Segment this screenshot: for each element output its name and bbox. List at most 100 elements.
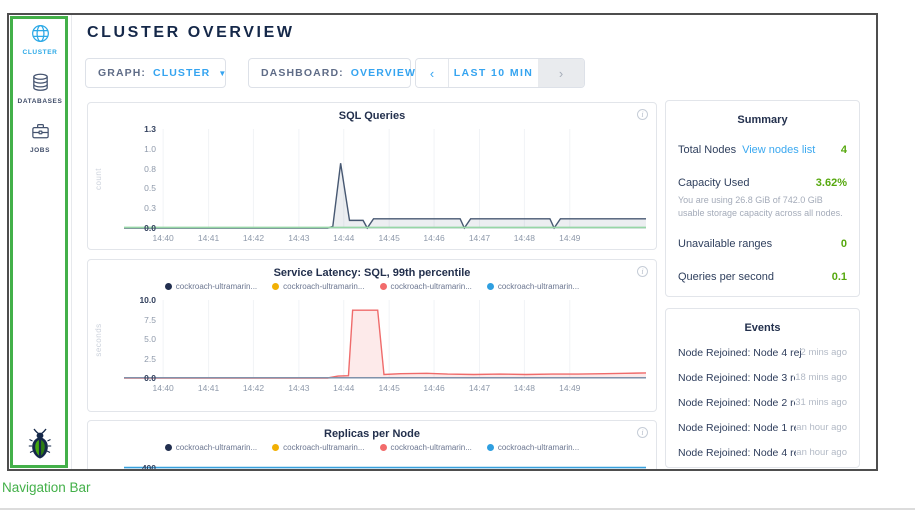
graph-dropdown[interactable]: GRAPH: CLUSTER ▼ (85, 58, 226, 88)
y-tick: 0.3 (96, 203, 156, 213)
dashboard-dropdown-value: OVERVIEW (351, 67, 416, 79)
summary-row-value: 0.1 (832, 271, 847, 283)
y-tick: 10.0 (96, 295, 156, 305)
x-tick: 14:49 (559, 383, 580, 393)
event-time: 18 mins ago (795, 372, 847, 383)
x-tick: 14:44 (333, 383, 354, 393)
chart-title: Service Latency: SQL, 99th percentile (88, 267, 656, 279)
legend-dot (380, 283, 387, 290)
x-tick: 14:48 (514, 233, 535, 243)
summary-row-left: Capacity Used (678, 173, 750, 191)
chevron-down-icon: ▼ (218, 69, 227, 78)
x-tick: 14:46 (423, 233, 444, 243)
summary-row-left: Total Nodes View nodes list (678, 140, 815, 158)
legend-label: cockroach-ultramarin... (498, 282, 579, 291)
chart-replicas-per-node: Replicas per Nodeicockroach-ultramarin..… (87, 420, 657, 471)
summary-row-left: Queries per second (678, 267, 774, 285)
summary-row-label: Unavailable ranges (678, 238, 772, 250)
event-time: 2 mins ago (801, 347, 847, 358)
summary-row-value: 4 (841, 144, 847, 156)
legend-label: cockroach-ultramarin... (176, 282, 257, 291)
x-tick: 14:45 (379, 383, 400, 393)
summary-row-value: 3.62% (816, 177, 847, 189)
legend-dot (165, 444, 172, 451)
app-window: CLUSTER DATABASES JOBS CLUSTER OVERVIEW GR… (7, 13, 878, 471)
legend-item: cockroach-ultramarin... (380, 443, 472, 452)
chart-plot-area: 1.31.00.80.50.30.0 (124, 129, 646, 229)
event-row[interactable]: Node Rejoined: Node 3 rej...18 mins ago (678, 365, 847, 390)
sidebar-item-label: JOBS (30, 147, 50, 154)
event-text: Node Rejoined: Node 2 rej... (678, 397, 795, 409)
event-time: an hour ago (796, 422, 847, 433)
view-nodes-link[interactable]: View nodes list (742, 144, 815, 156)
event-time: 31 mins ago (795, 397, 847, 408)
database-icon (28, 70, 52, 94)
legend-dot (380, 444, 387, 451)
page-title: CLUSTER OVERVIEW (87, 24, 295, 42)
y-axis-label: count (94, 168, 103, 190)
legend-item: cockroach-ultramarin... (165, 443, 257, 452)
legend-label: cockroach-ultramarin... (498, 443, 579, 452)
event-text: Node Rejoined: Node 1 rej... (678, 422, 796, 434)
summary-row-subtext: You are using 26.8 GiB of 742.0 GiB usab… (678, 194, 847, 220)
legend-item: cockroach-ultramarin... (380, 282, 472, 291)
legend-item: cockroach-ultramarin... (165, 282, 257, 291)
chart-service-latency: Service Latency: SQL, 99th percentilei co… (87, 259, 657, 412)
dashboard-dropdown[interactable]: DASHBOARD: OVERVIEW ▼ (248, 58, 411, 88)
summary-title: Summary (666, 114, 859, 126)
x-tick: 14:47 (469, 383, 490, 393)
legend-item: cockroach-ultramarin... (272, 443, 364, 452)
y-tick: 1.0 (96, 144, 156, 154)
x-tick: 14:40 (153, 383, 174, 393)
event-text: Node Rejoined: Node 4 rej... (678, 447, 796, 459)
graph-dropdown-value: CLUSTER (153, 67, 210, 79)
legend-dot (272, 444, 279, 451)
event-row[interactable]: Node Rejoined: Node 4 rej...2 mins ago (678, 340, 847, 365)
event-text: Node Rejoined: Node 3 rej... (678, 372, 795, 384)
x-tick: 14:47 (469, 233, 490, 243)
chart-legend: cockroach-ultramarin... cockroach-ultrama… (88, 443, 656, 452)
y-tick: 2.5 (96, 354, 156, 364)
event-row[interactable]: Node Rejoined: Node 1 rej...an hour ago (678, 415, 847, 440)
event-row[interactable]: Node Rejoined: Node 2 rej...31 mins ago (678, 390, 847, 415)
legend-dot (487, 283, 494, 290)
sidebar-item-databases[interactable]: DATABASES (9, 70, 71, 105)
chart-plot-area: 10.07.55.02.50.0 (124, 300, 646, 379)
summary-row-label: Total Nodes (678, 144, 736, 156)
briefcase-icon (28, 119, 52, 143)
x-tick: 14:40 (153, 233, 174, 243)
chart-legend: cockroach-ultramarin... cockroach-ultrama… (88, 282, 656, 291)
info-icon[interactable]: i (637, 427, 648, 438)
y-tick: 0.5 (96, 183, 156, 193)
events-rows: Node Rejoined: Node 4 rej...2 mins agoNo… (666, 340, 859, 465)
summary-panel: Summary Total Nodes View nodes list 4 Capac… (665, 100, 860, 297)
y-tick: 400 (96, 463, 156, 471)
graph-dropdown-label: GRAPH: (98, 67, 146, 79)
legend-label: cockroach-ultramarin... (283, 443, 364, 452)
cockroach-logo[interactable] (27, 428, 53, 464)
globe-icon (28, 21, 52, 45)
chart-sql-queries: SQL Queriesi1.31.00.80.50.30.0count14:40… (87, 102, 657, 250)
sidebar-item-jobs[interactable]: JOBS (9, 119, 71, 154)
sidebar-item-label: DATABASES (18, 98, 63, 105)
time-next-button[interactable]: › (538, 59, 584, 87)
summary-rows: Total Nodes View nodes list 4 Capacity Used… (666, 132, 859, 297)
time-range-label[interactable]: LAST 10 MIN (449, 59, 538, 87)
info-icon[interactable]: i (637, 266, 648, 277)
x-axis: 14:4014:4114:4214:4314:4414:4514:4614:47… (124, 229, 646, 241)
x-tick: 14:43 (288, 233, 309, 243)
time-prev-button[interactable]: ‹ (416, 59, 449, 87)
dashboard-dropdown-label: DASHBOARD: (261, 67, 344, 79)
x-tick: 14:42 (243, 383, 264, 393)
sidebar-item-label: CLUSTER (23, 49, 58, 56)
info-icon[interactable]: i (637, 109, 648, 120)
summary-row: Total Nodes View nodes list 4 (678, 132, 847, 165)
legend-item: cockroach-ultramarin... (487, 443, 579, 452)
sidebar-item-cluster[interactable]: CLUSTER (9, 21, 71, 56)
event-row[interactable]: Node Rejoined: Node 4 rej...an hour ago (678, 440, 847, 465)
legend-item: cockroach-ultramarin... (487, 282, 579, 291)
summary-row-label: Queries per second (678, 271, 774, 283)
events-panel: Events Node Rejoined: Node 4 rej...2 min… (665, 308, 860, 468)
summary-row: Unavailable ranges0 (678, 226, 847, 259)
y-tick: 0.8 (96, 164, 156, 174)
